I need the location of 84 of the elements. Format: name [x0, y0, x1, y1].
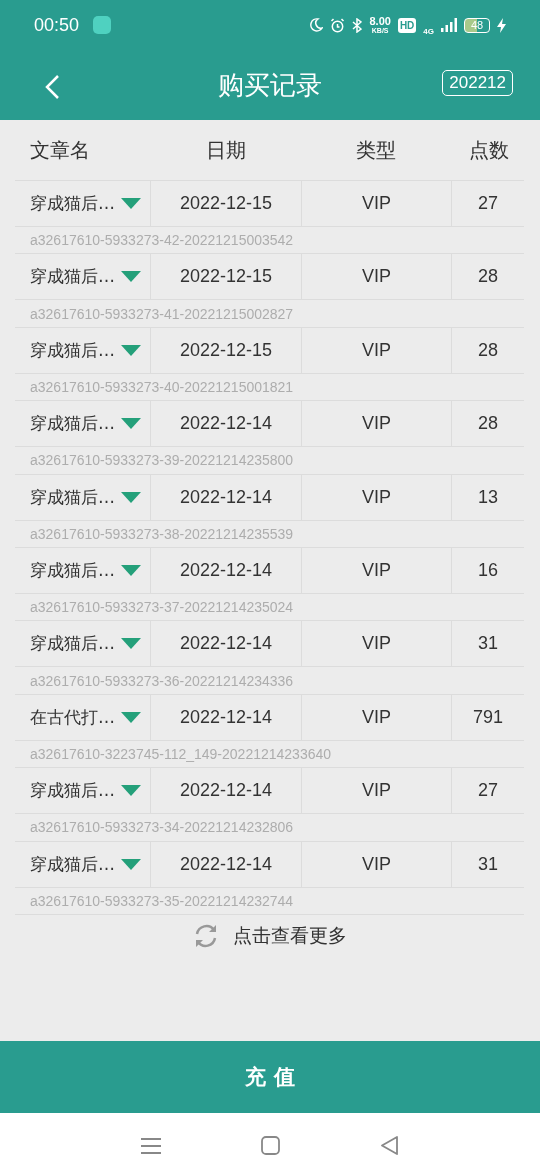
hd-badge: HD	[397, 17, 417, 33]
dropdown-arrow-icon[interactable]	[121, 711, 141, 723]
home-icon[interactable]	[261, 1136, 280, 1156]
alarm-icon	[330, 17, 346, 33]
column-header: 文章名	[30, 136, 90, 164]
points-cell: 13	[478, 486, 498, 508]
dropdown-arrow-icon[interactable]	[121, 198, 141, 209]
order-id: a32617610-5933273-38-20221214235539	[30, 525, 294, 542]
points-cell: 28	[478, 339, 498, 361]
dropdown-arrow-icon[interactable]	[121, 564, 141, 576]
date-cell: 2022-12-14	[179, 633, 273, 655]
order-id: a32617610-5933273-37-20221214235024	[30, 599, 294, 616]
clock-time: 00:50	[34, 14, 80, 36]
type-cell: VIP	[362, 633, 391, 655]
page-title: 购买记录	[218, 68, 322, 102]
points-cell: 31	[478, 633, 498, 655]
load-more-button[interactable]: 点击查看更多	[193, 922, 347, 949]
type-cell: VIP	[362, 706, 391, 728]
article-name: 穿成猫后…	[30, 412, 115, 436]
order-id: a32617610-5933273-39-20221214235800	[30, 452, 294, 469]
order-id: a32617610-5933273-40-20221215001821	[30, 378, 294, 395]
dropdown-arrow-icon[interactable]	[121, 344, 141, 356]
date-cell: 2022-12-14	[179, 413, 273, 435]
points-cell: 28	[478, 266, 498, 288]
column-header: 点数	[468, 136, 509, 164]
article-name: 穿成猫后…	[30, 779, 115, 803]
dropdown-arrow-icon[interactable]	[121, 418, 141, 430]
article-name: 穿成猫后…	[30, 558, 115, 582]
article-name: 在古代打…	[30, 705, 115, 729]
date-cell: 2022-12-14	[179, 559, 273, 581]
points-cell: 28	[478, 413, 498, 435]
article-name: 穿成猫后…	[30, 632, 115, 656]
date-cell: 2022-12-14	[179, 780, 273, 802]
dropdown-arrow-icon[interactable]	[121, 638, 141, 650]
order-id: a32617610-3223745-112_149-20221214233640	[30, 745, 332, 762]
dropdown-arrow-icon[interactable]	[121, 858, 141, 870]
order-id: a32617610-5933273-36-20221214234336	[30, 672, 294, 689]
article-name: 穿成猫后…	[30, 852, 115, 876]
points-cell: 31	[478, 853, 498, 875]
order-id: a32617610-5933273-42-20221215003542	[30, 232, 294, 249]
type-cell: VIP	[362, 559, 391, 581]
back-icon[interactable]	[380, 1136, 399, 1156]
type-cell: VIP	[362, 193, 391, 214]
points-cell: 16	[478, 559, 498, 581]
refresh-icon	[193, 922, 219, 949]
bluetooth-icon	[352, 17, 363, 33]
chevron-left-icon	[44, 74, 60, 100]
date-cell: 2022-12-15	[179, 193, 273, 214]
dropdown-arrow-icon[interactable]	[121, 785, 141, 797]
article-name: 穿成猫后…	[30, 192, 115, 215]
type-cell: VIP	[362, 486, 391, 508]
article-name: 穿成猫后…	[30, 265, 115, 289]
charging-icon	[497, 17, 506, 33]
points-cell: 791	[472, 706, 503, 728]
date-cell: 2022-12-15	[179, 339, 273, 361]
network-type: 4G	[423, 26, 434, 36]
type-cell: VIP	[362, 780, 391, 802]
type-cell: VIP	[362, 413, 391, 435]
dropdown-arrow-icon[interactable]	[121, 271, 141, 283]
type-cell: VIP	[362, 339, 391, 361]
type-cell: VIP	[362, 266, 391, 288]
date-cell: 2022-12-15	[179, 266, 273, 288]
date-cell: 2022-12-14	[179, 486, 273, 508]
recharge-button[interactable]: 充 值	[0, 1040, 540, 1113]
column-header: 日期	[205, 136, 246, 164]
article-name: 穿成猫后…	[30, 338, 115, 362]
network-speed: 8.00	[369, 16, 391, 27]
points-cell: 27	[478, 780, 498, 802]
app-notification-icon	[93, 16, 112, 34]
date-cell: 2022-12-14	[179, 853, 273, 875]
order-id: a32617610-5933273-41-20221215002827	[30, 305, 294, 322]
date-cell: 2022-12-14	[179, 706, 273, 728]
battery-level: 48	[464, 17, 490, 33]
signal-icon	[441, 18, 457, 32]
type-cell: VIP	[362, 853, 391, 875]
order-id: a32617610-5933273-34-20221214232806	[30, 819, 294, 836]
menu-icon[interactable]	[141, 1136, 161, 1155]
points-cell: 27	[478, 193, 498, 214]
dropdown-arrow-icon[interactable]	[121, 491, 141, 503]
column-header: 类型	[356, 136, 396, 164]
article-name: 穿成猫后…	[30, 485, 115, 509]
order-id: a32617610-5933273-35-20221214232744	[30, 892, 294, 909]
moon-icon	[309, 18, 324, 32]
month-selector[interactable]: 202212	[442, 70, 513, 96]
